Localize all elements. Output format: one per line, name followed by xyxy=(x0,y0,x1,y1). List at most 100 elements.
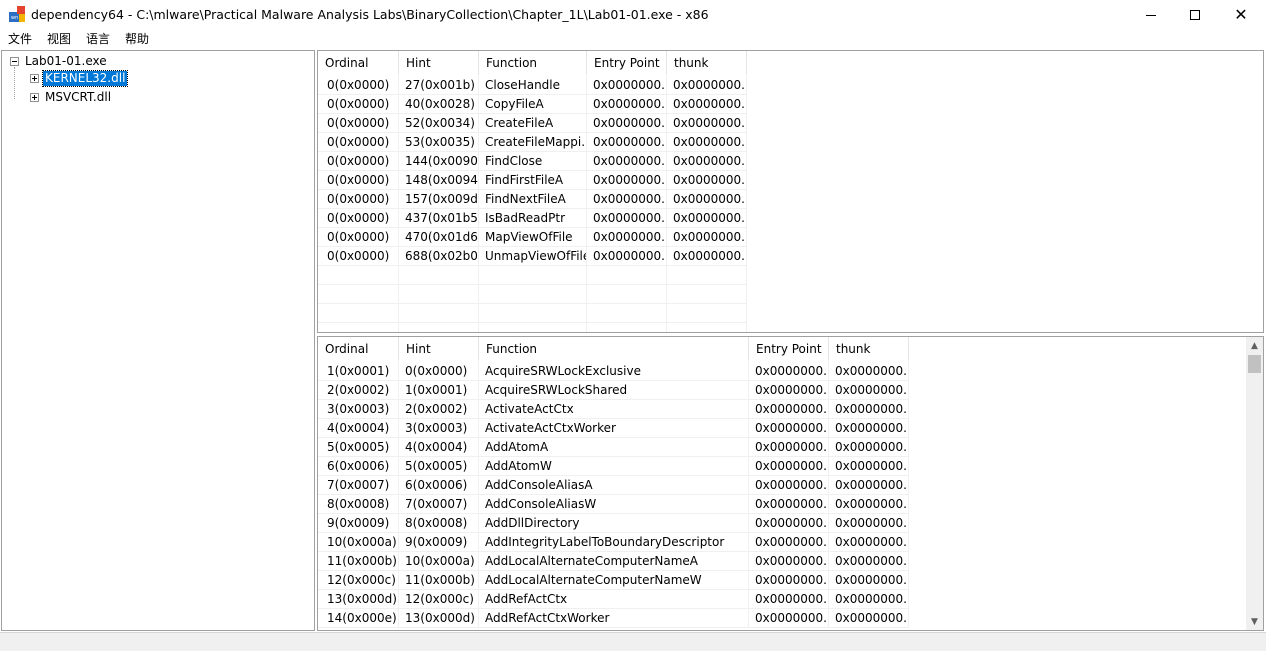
cell-ordinal: 13(0x000d) xyxy=(318,590,399,609)
close-button[interactable]: ✕ xyxy=(1218,0,1264,30)
cell-function: AddDllDirectory xyxy=(479,514,749,533)
menu-language[interactable]: 语言 xyxy=(78,30,117,49)
tree-node-kernel32[interactable]: KERNEL32.dll xyxy=(30,70,129,87)
table-row[interactable]: 6(0x0006) 5(0x0005) AddAtomW 0x0000000... 0x… xyxy=(318,457,909,476)
table-row[interactable]: 13(0x000d) 12(0x000c) AddRefActCtx 0x000000… xyxy=(318,590,909,609)
table-row[interactable]: 0(0x0000) 52(0x0034) CreateFileA 0x0000000.… xyxy=(318,114,747,133)
cell-entry-point: 0x0000000... xyxy=(749,457,829,476)
column-header-ordinal[interactable]: Ordinal xyxy=(318,51,399,75)
table-row[interactable]: 5(0x0005) 4(0x0004) AddAtomA 0x0000000... 0x… xyxy=(318,438,909,457)
cell-entry-point: 0x0000000... xyxy=(587,171,667,190)
column-header-thunk[interactable]: thunk xyxy=(829,337,909,361)
column-header-entry-point[interactable]: Entry Point xyxy=(587,51,667,75)
table-row[interactable]: 0(0x0000) 470(0x01d6) MapViewOfFile 0x00000… xyxy=(318,228,747,247)
table-row[interactable]: 10(0x000a) 9(0x0009) AddIntegrityLabelToBo… xyxy=(318,533,909,552)
cell-ordinal: 5(0x0005) xyxy=(318,438,399,457)
window-title: dependency64 - C:\mlware\Practical Malwa… xyxy=(31,7,709,22)
minimize-icon xyxy=(1146,14,1156,16)
table-row[interactable]: 0(0x0000) 144(0x0090) FindClose 0x0000000..… xyxy=(318,152,747,171)
cell-entry-point: 0x0000000... xyxy=(749,590,829,609)
table-row[interactable]: 8(0x0008) 7(0x0007) AddConsoleAliasW 0x0000… xyxy=(318,495,909,514)
cell-thunk: 0x0000000... xyxy=(667,152,747,171)
cell-hint: 11(0x000b) xyxy=(399,571,479,590)
maximize-button[interactable] xyxy=(1172,0,1218,30)
menu-file[interactable]: 文件 xyxy=(0,30,39,49)
menu-view[interactable]: 视图 xyxy=(39,30,78,49)
table-row[interactable]: 1(0x0001) 0(0x0000) AcquireSRWLockExclusiv… xyxy=(318,362,909,381)
cell-function: MapViewOfFile xyxy=(479,228,587,247)
table-row[interactable]: 0(0x0000) 53(0x0035) CreateFileMappi... 0x0… xyxy=(318,133,747,152)
table-row[interactable]: 7(0x0007) 6(0x0006) AddConsoleAliasA 0x0000… xyxy=(318,476,909,495)
empty-cell xyxy=(318,323,399,332)
table-row[interactable]: 0(0x0000) 437(0x01b5) IsBadReadPtr 0x000000… xyxy=(318,209,747,228)
cell-entry-point: 0x0000000... xyxy=(587,247,667,266)
cell-thunk: 0x0000000... xyxy=(667,228,747,247)
menu-help[interactable]: 帮助 xyxy=(117,30,156,49)
table-row[interactable]: 0(0x0000) 40(0x0028) CopyFileA 0x0000000...… xyxy=(318,95,747,114)
cell-ordinal: 0(0x0000) xyxy=(318,171,399,190)
column-header-ordinal[interactable]: Ordinal xyxy=(318,337,399,361)
module-tree[interactable]: Lab01-01.exe KERNEL32.dll MSVCRT.dll xyxy=(1,50,315,631)
empty-cell xyxy=(587,323,667,332)
cell-function: CopyFileA xyxy=(479,95,587,114)
cell-entry-point: 0x0000000... xyxy=(587,114,667,133)
table-row[interactable]: 2(0x0002) 1(0x0001) AcquireSRWLockShared 0x… xyxy=(318,381,909,400)
table-row[interactable]: 11(0x000b) 10(0x000a) AddLocalAlternateCom… xyxy=(318,552,909,571)
exports-body: 1(0x0001) 0(0x0000) AcquireSRWLockExclusiv… xyxy=(318,362,909,628)
tree-node-root[interactable]: Lab01-01.exe xyxy=(10,54,109,69)
cell-entry-point: 0x0000000... xyxy=(749,400,829,419)
expand-icon[interactable] xyxy=(30,74,39,83)
cell-thunk: 0x0000000... xyxy=(829,495,909,514)
cell-hint: 13(0x000d) xyxy=(399,609,479,628)
cell-function: AddLocalAlternateComputerNameW xyxy=(479,571,749,590)
cell-function: UnmapViewOfFile xyxy=(479,247,587,266)
menu-bar: 文件 视图 语言 帮助 xyxy=(0,30,1266,49)
cell-function: AddIntegrityLabelToBoundaryDescriptor xyxy=(479,533,749,552)
tree-node-label: KERNEL32.dll xyxy=(41,70,129,87)
table-row[interactable]: 0(0x0000) 688(0x02b0) UnmapViewOfFile 0x000… xyxy=(318,247,747,266)
cell-thunk: 0x0000000... xyxy=(829,609,909,628)
empty-cell xyxy=(399,266,479,285)
scroll-down-icon[interactable]: ▼ xyxy=(1246,613,1263,630)
cell-thunk: 0x0000000... xyxy=(667,247,747,266)
empty-cell xyxy=(479,266,587,285)
column-header-thunk[interactable]: thunk xyxy=(667,51,747,75)
cell-function: ActivateActCtx xyxy=(479,400,749,419)
imports-list[interactable]: Ordinal Hint Function Entry Point thunk … xyxy=(317,50,1264,333)
table-row[interactable]: 12(0x000c) 11(0x000b) AddLocalAlternateCom… xyxy=(318,571,909,590)
tree-node-label: MSVCRT.dll xyxy=(45,90,112,104)
minimize-button[interactable] xyxy=(1128,0,1174,30)
app-icon: wn xyxy=(9,6,25,22)
table-row[interactable]: 3(0x0003) 2(0x0002) ActivateActCtx 0x000000… xyxy=(318,400,909,419)
collapse-icon[interactable] xyxy=(10,57,19,66)
tree-node-msvcrt[interactable]: MSVCRT.dll xyxy=(30,90,113,105)
cell-hint: 2(0x0002) xyxy=(399,400,479,419)
column-header-hint[interactable]: Hint xyxy=(399,337,479,361)
column-header-function[interactable]: Function xyxy=(479,337,749,361)
scroll-thumb[interactable] xyxy=(1248,355,1261,373)
empty-cell xyxy=(587,266,667,285)
cell-ordinal: 3(0x0003) xyxy=(318,400,399,419)
cell-hint: 5(0x0005) xyxy=(399,457,479,476)
cell-thunk: 0x0000000... xyxy=(667,76,747,95)
table-row[interactable]: 4(0x0004) 3(0x0003) ActivateActCtxWorker 0x… xyxy=(318,419,909,438)
cell-thunk: 0x0000000... xyxy=(829,571,909,590)
table-row[interactable]: 14(0x000e) 13(0x000d) AddRefActCtxWorker 0x… xyxy=(318,609,909,628)
scroll-up-icon[interactable]: ▲ xyxy=(1246,337,1263,354)
cell-thunk: 0x0000000... xyxy=(667,133,747,152)
cell-function: CreateFileMappi... xyxy=(479,133,587,152)
cell-ordinal: 12(0x000c) xyxy=(318,571,399,590)
table-row[interactable]: 0(0x0000) 148(0x0094) FindFirstFileA 0x0000… xyxy=(318,171,747,190)
cell-hint: 148(0x0094) xyxy=(399,171,479,190)
cell-function: AddConsoleAliasA xyxy=(479,476,749,495)
table-row[interactable]: 0(0x0000) 157(0x009d) FindNextFileA 0x00000… xyxy=(318,190,747,209)
table-row[interactable]: 0(0x0000) 27(0x001b) CloseHandle 0x0000000.… xyxy=(318,76,747,95)
exports-list[interactable]: Ordinal Hint Function Entry Point thunk … xyxy=(317,336,1264,631)
column-header-hint[interactable]: Hint xyxy=(399,51,479,75)
column-header-entry-point[interactable]: Entry Point xyxy=(749,337,829,361)
column-header-function[interactable]: Function xyxy=(479,51,587,75)
table-row[interactable]: 9(0x0009) 8(0x0008) AddDllDirectory 0x00000… xyxy=(318,514,909,533)
vertical-scrollbar[interactable]: ▲ ▼ xyxy=(1246,337,1263,630)
empty-cell xyxy=(667,266,747,285)
expand-icon[interactable] xyxy=(30,93,39,102)
